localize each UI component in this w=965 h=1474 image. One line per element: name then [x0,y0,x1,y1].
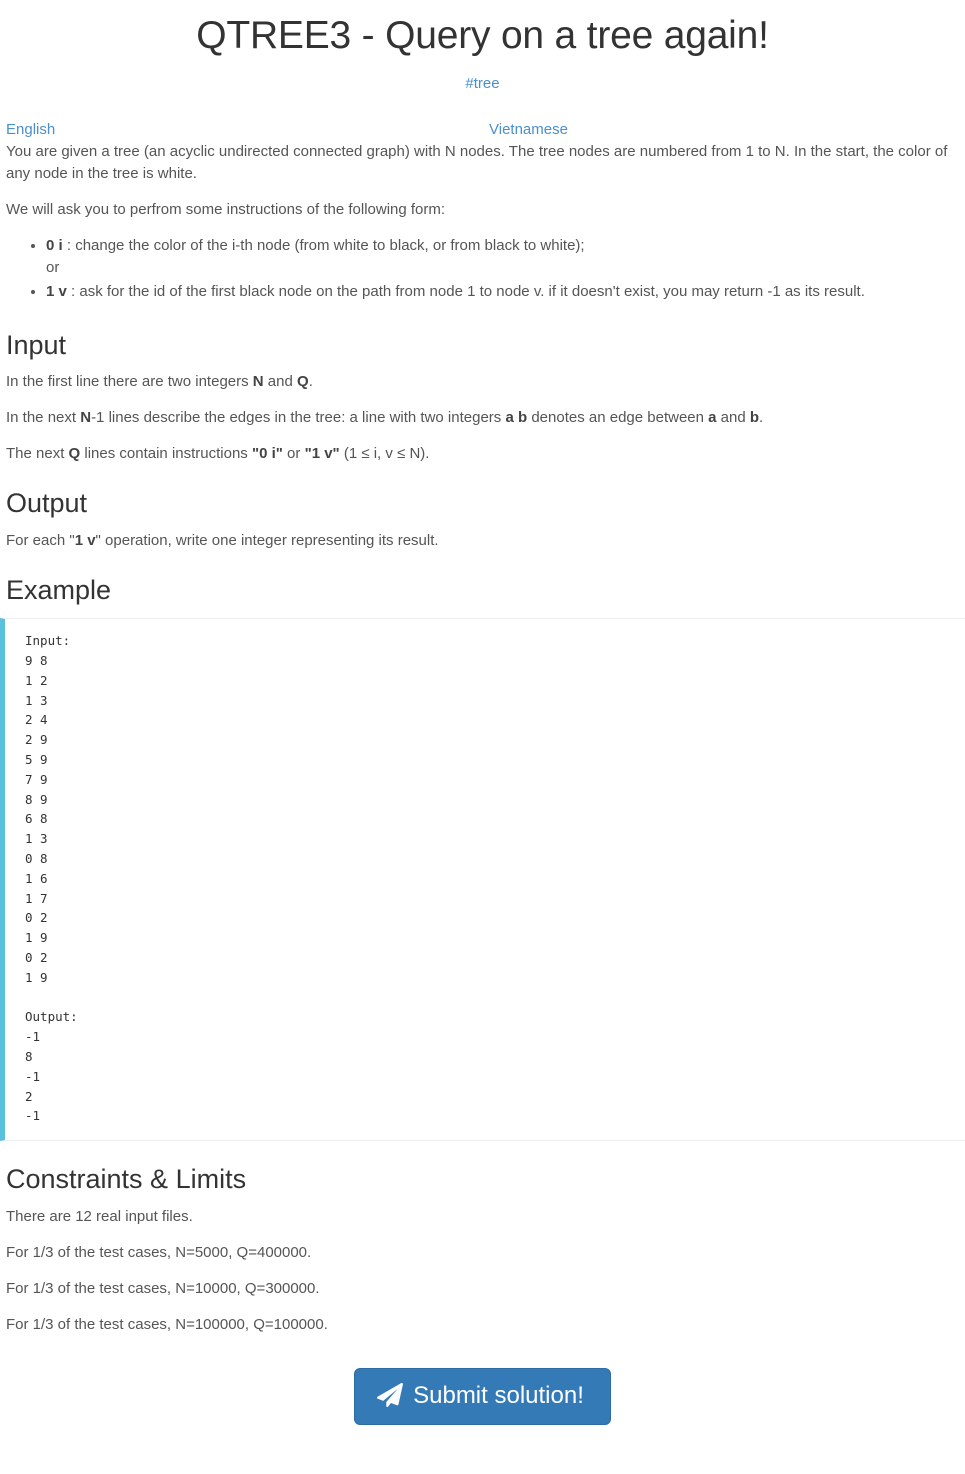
var-n: N [252,373,264,391]
constraints-content: Constraints & Limits There are 12 real i… [0,1163,965,1336]
instruction-text: : change the color of the i-th node (fro… [62,236,585,254]
instruction-text: : ask for the id of the first black node… [66,282,865,300]
var-q: Q [68,445,81,463]
text-fragment: and [716,409,750,427]
list-item: 0 i : change the color of the i-th node … [46,235,959,279]
section-heading-constraints: Constraints & Limits [6,1164,247,1195]
paper-plane-icon [377,1382,404,1409]
section-heading-output: Output [6,488,88,519]
text-fragment: . [759,409,764,427]
language-link-vietnamese[interactable]: Vietnamese [489,119,568,141]
instruction-code: 0 i [46,236,63,254]
section-heading-example: Example [6,574,112,605]
text-fragment: In the first line there are two integers [6,373,253,391]
example-code-block: Input: 9 8 1 2 1 3 2 4 2 9 5 9 7 9 8 9 6… [0,618,965,1142]
text-fragment: In the next [6,409,81,427]
list-item: 1 v : ask for the id of the first black … [46,281,959,303]
language-links: English Vietnamese [0,119,965,141]
tag-link-tree[interactable]: #tree [465,75,499,92]
tag-row: #tree [0,59,965,95]
instruction-format-1v: "1 v" [304,445,340,463]
problem-content: You are given a tree (an acyclic undirec… [0,141,965,607]
text-fragment: -1 lines describe the edges in the tree:… [91,409,506,427]
instruction-code: 1 v [46,282,67,300]
var-ab: a b [505,409,528,427]
constraint-line: For 1/3 of the test cases, N=5000, Q=400… [6,1243,312,1261]
submit-solution-button[interactable]: Submit solution! [354,1367,611,1425]
problem-page: QTREE3 - Query on a tree again! #tree En… [0,0,965,1439]
var-1v: 1 v [74,531,96,549]
language-link-english[interactable]: English [6,119,55,141]
input-line-1: In the first line there are two integers… [6,371,959,393]
constraint-line: For 1/3 of the test cases, N=10000, Q=30… [6,1279,320,1297]
instruction-list: 0 i : change the color of the i-th node … [6,235,959,303]
var-b: b [749,409,760,427]
text-fragment: (1 ≤ i, v ≤ N). [339,445,430,463]
text-fragment: For each " [6,531,75,549]
instruction-sub: or [46,258,60,276]
text-fragment: " operation, write one integer represent… [95,531,439,549]
section-heading-input: Input [6,329,67,360]
text-fragment: The next [6,445,69,463]
constraint-line: There are 12 real input files. [6,1207,193,1225]
submit-button-label: Submit solution! [413,1381,584,1409]
text-fragment: denotes an edge between [527,409,709,427]
text-fragment: and [263,373,298,391]
output-description: For each "1 v" operation, write one inte… [6,530,959,552]
statement-ask: We will ask you to perfrom some instruct… [6,200,446,218]
statement-intro: You are given a tree (an acyclic undirec… [6,142,948,182]
input-line-3: The next Q lines contain instructions "0… [6,443,959,465]
input-line-2: In the next N-1 lines describe the edges… [6,407,959,429]
text-fragment: lines contain instructions [80,445,252,463]
var-n: N [80,409,92,427]
example-code-text: Input: 9 8 1 2 1 3 2 4 2 9 5 9 7 9 8 9 6… [25,633,78,1124]
page-title: QTREE3 - Query on a tree again! [196,14,769,57]
text-fragment: . [308,373,313,391]
var-q: Q [297,373,309,391]
text-fragment: or [282,445,305,463]
submit-row: Submit solution! [0,1350,965,1439]
constraint-line: For 1/3 of the test cases, N=100000, Q=1… [6,1315,328,1333]
instruction-format-0i: "0 i" [251,445,283,463]
